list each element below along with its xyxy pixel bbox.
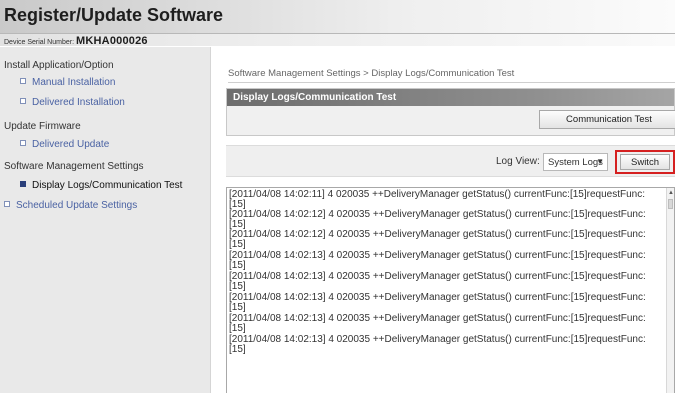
log-scrollbar[interactable]: ▲ <box>666 188 674 393</box>
square-bullet-icon <box>20 78 26 85</box>
page-title: Register/Update Software <box>4 5 224 25</box>
log-line: [15] <box>229 302 246 313</box>
log-view-selected-value: System Logs <box>548 157 603 168</box>
scroll-up-arrow-icon[interactable]: ▲ <box>668 190 674 196</box>
switch-button[interactable]: Switch <box>620 154 670 170</box>
serial-number-value: MKHA000026 <box>76 35 148 47</box>
sidebar-item-display-logs[interactable]: Display Logs/Communication Test <box>20 180 182 191</box>
log-line: [2011/04/08 14:02:13] 4 020035 ++Deliver… <box>229 292 646 303</box>
filled-square-bullet-icon <box>20 181 26 188</box>
log-line: [2011/04/08 14:02:13] 4 020035 ++Deliver… <box>229 250 646 261</box>
communication-test-button[interactable]: Communication Test <box>539 110 675 129</box>
sidebar-heading-install-application: Install Application/Option <box>4 60 114 71</box>
log-view-bar: Log View: System Logs ▼ Switch <box>226 145 675 177</box>
square-bullet-icon <box>20 98 26 105</box>
sidebar-item-delivered-update[interactable]: Delivered Update <box>20 139 109 150</box>
panel-title: Display Logs/Communication Test <box>227 89 674 106</box>
log-line: [2011/04/08 14:02:13] 4 020035 ++Deliver… <box>229 313 646 324</box>
log-line: [15] <box>229 260 246 271</box>
device-serial-bar: Device Serial Number: MKHA000026 <box>0 33 675 47</box>
breadcrumb: Software Management Settings > Display L… <box>228 68 515 79</box>
switch-highlight: Switch <box>615 150 675 174</box>
sidebar: Install Application/Option Manual Instal… <box>0 47 211 393</box>
log-line: [2011/04/08 14:02:12] 4 020035 ++Deliver… <box>229 229 646 240</box>
log-line: [15] <box>229 281 246 292</box>
display-logs-panel: Display Logs/Communication Test Communic… <box>226 88 675 136</box>
log-line: [2011/04/08 14:02:12] 4 020035 ++Deliver… <box>229 209 646 220</box>
sidebar-item-delivered-installation[interactable]: Delivered Installation <box>20 97 125 108</box>
log-line: [2011/04/08 14:02:13] 4 020035 ++Deliver… <box>229 271 646 282</box>
log-output-area[interactable]: [2011/04/08 14:02:11] 4 020035 ++Deliver… <box>226 187 675 393</box>
square-bullet-icon <box>20 140 26 147</box>
log-view-label: Log View: <box>496 156 540 167</box>
sidebar-heading-update-firmware: Update Firmware <box>4 121 81 132</box>
log-view-select[interactable]: System Logs ▼ <box>543 153 608 171</box>
chevron-down-icon: ▼ <box>596 157 604 166</box>
serial-number-label: Device Serial Number: MKHA000026 <box>4 35 148 47</box>
page-header: Register/Update Software <box>0 0 675 33</box>
sidebar-item-scheduled-update[interactable]: Scheduled Update Settings <box>4 200 137 211</box>
log-line: [15] <box>229 239 246 250</box>
sidebar-item-manual-installation[interactable]: Manual Installation <box>20 77 115 88</box>
scrollbar-thumb[interactable] <box>668 199 673 209</box>
log-line: [2011/04/08 14:02:11] 4 020035 ++Deliver… <box>229 189 646 200</box>
breadcrumb-divider <box>228 82 675 83</box>
log-line: [15] <box>229 323 246 334</box>
sidebar-heading-software-management: Software Management Settings <box>4 161 144 172</box>
square-bullet-icon <box>4 201 10 208</box>
log-line: [2011/04/08 14:02:13] 4 020035 ++Deliver… <box>229 334 646 345</box>
log-line: [15] <box>229 344 246 355</box>
main-content: Software Management Settings > Display L… <box>211 47 675 393</box>
